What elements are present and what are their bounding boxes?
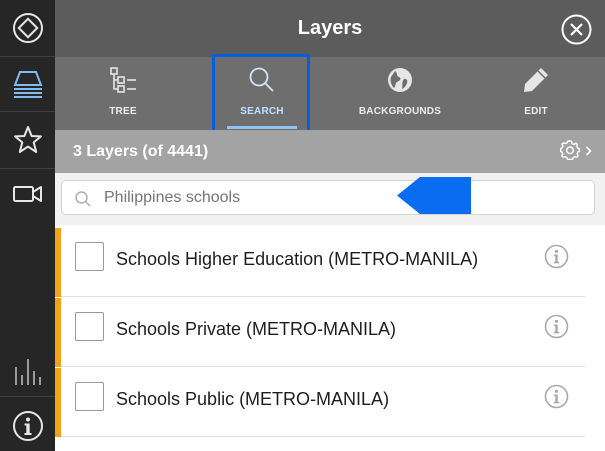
- globe-icon: [385, 65, 415, 100]
- layer-count-bar: 3 Layers (of 4441): [55, 130, 605, 173]
- pencil-icon: [521, 65, 551, 100]
- layer-checkbox[interactable]: [75, 242, 104, 271]
- search-icon: [247, 65, 277, 100]
- favorites-button[interactable]: [0, 112, 55, 168]
- tab-search-label: SEARCH: [240, 106, 284, 117]
- info-icon: [544, 244, 569, 273]
- layer-name: Schools Private (METRO-MANILA): [116, 319, 397, 339]
- close-icon: [561, 14, 592, 49]
- home-button[interactable]: [0, 0, 55, 56]
- statistics-button[interactable]: [0, 344, 55, 400]
- search-field-icon: [74, 190, 92, 213]
- info-icon: [544, 384, 569, 413]
- layer-search-input[interactable]: [104, 183, 544, 212]
- panel-title: Layers: [297, 17, 363, 39]
- gear-icon: [559, 139, 581, 166]
- search-box: [61, 180, 595, 215]
- panel-tabs: TREE SEARCH BACKGROUNDS EDIT: [55, 57, 605, 130]
- layer-info-button[interactable]: [544, 244, 569, 269]
- layer-checkbox[interactable]: [75, 382, 104, 411]
- star-icon: [12, 124, 44, 156]
- tree-icon: [108, 66, 138, 99]
- layer-name: Schools Public (METRO-MANILA): [116, 389, 390, 409]
- tab-backgrounds[interactable]: BACKGROUNDS: [350, 57, 450, 130]
- layer-checkbox[interactable]: [75, 312, 104, 341]
- layers-button[interactable]: [0, 57, 55, 111]
- layer-count: 3 Layers (of 4441): [73, 143, 209, 160]
- chart-bars-icon: [13, 357, 43, 387]
- search-bar-area: [55, 173, 605, 225]
- close-button[interactable]: [561, 14, 592, 45]
- chevron-right-icon: [585, 143, 592, 161]
- tab-backgrounds-label: BACKGROUNDS: [358, 106, 442, 117]
- layers-icon: [11, 68, 45, 100]
- info-icon: [12, 410, 44, 442]
- left-toolbar: [0, 0, 55, 451]
- info-icon: [544, 314, 569, 343]
- tab-tree[interactable]: TREE: [88, 57, 158, 130]
- list-item: Schools Private (METRO-MANILA): [55, 298, 585, 367]
- layers-panel: Layers TREE SEARCH BACKGROUNDS EDIT 3 La…: [55, 0, 605, 451]
- home-diamond-icon: [12, 12, 44, 44]
- list-item: Schools Public (METRO-MANILA): [55, 368, 585, 437]
- panel-header: Layers: [55, 0, 605, 57]
- layer-color-bar: [55, 298, 61, 367]
- tab-edit-label: EDIT: [524, 106, 548, 117]
- layer-info-button[interactable]: [544, 384, 569, 409]
- info-button[interactable]: [0, 398, 55, 451]
- search-settings-button[interactable]: [559, 139, 595, 166]
- list-item: Schools Higher Education (METRO-MANILA): [55, 228, 585, 297]
- video-camera-icon: [12, 182, 44, 206]
- layer-info-button[interactable]: [544, 314, 569, 339]
- layer-color-bar: [55, 368, 61, 437]
- tab-tree-label: TREE: [109, 106, 137, 117]
- tab-search[interactable]: SEARCH: [226, 57, 298, 130]
- pointer-arrow-annotation: [397, 177, 471, 219]
- tab-edit[interactable]: EDIT: [510, 57, 562, 130]
- layer-name: Schools Higher Education (METRO-MANILA): [116, 249, 479, 269]
- layer-color-bar: [55, 228, 61, 297]
- video-button[interactable]: [0, 166, 55, 222]
- selected-tab-indicator: [227, 126, 297, 129]
